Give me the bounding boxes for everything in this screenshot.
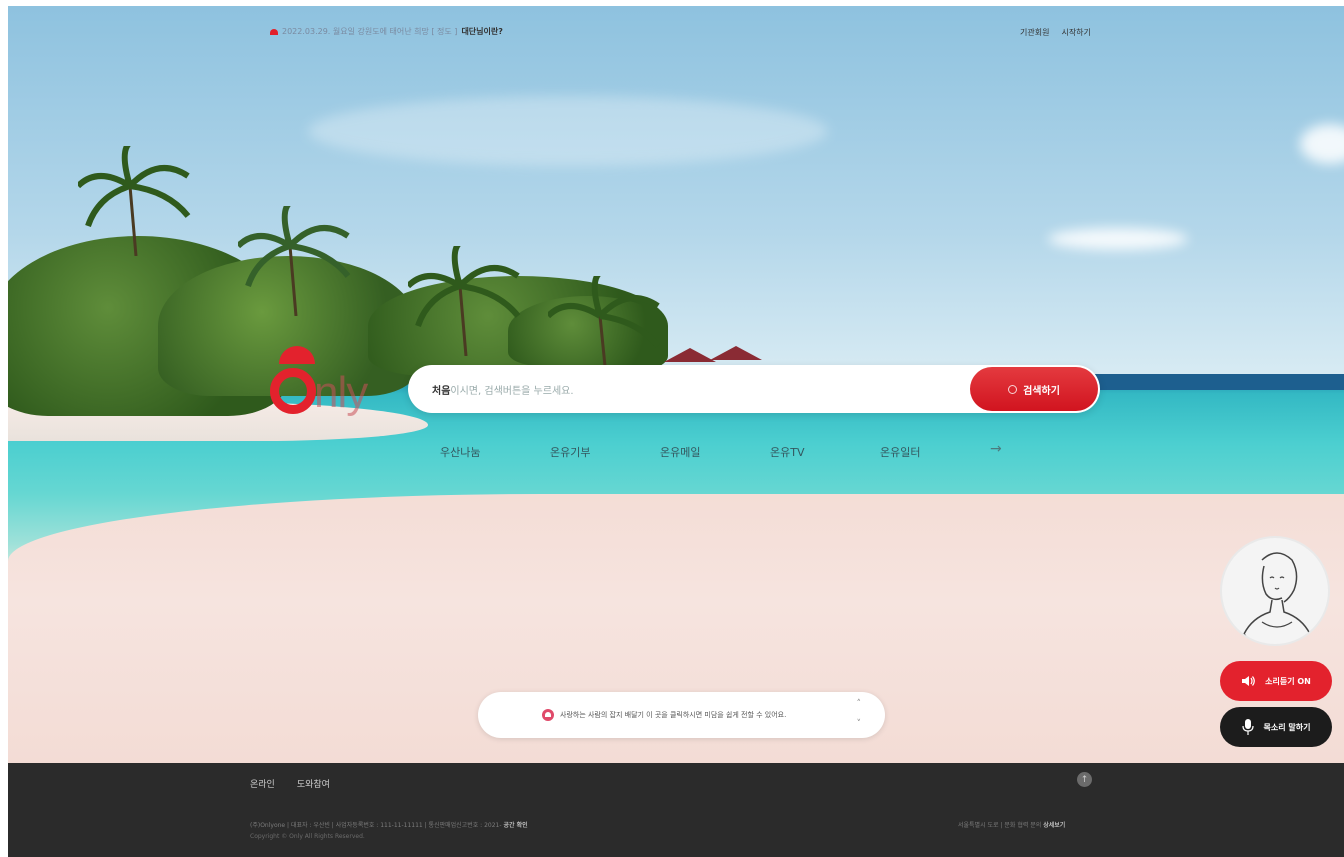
search-bar: 처음이시면, 검색버튼을 누르세요. 검색하기 [408, 365, 1100, 415]
footer-contact: 서울특별시 도로 | 문화 협력 문의 상세보기 [958, 822, 1066, 829]
top-links: 기관회원 시작하기 [1020, 27, 1091, 38]
sound-toggle-button[interactable]: 소리듣기 ON [1220, 661, 1332, 701]
voice-input-button[interactable]: 목소리 말하기 [1220, 707, 1332, 747]
search-button[interactable]: 검색하기 [970, 367, 1098, 411]
search-input[interactable] [430, 365, 954, 415]
chevron-down-icon[interactable]: ˅ [857, 719, 862, 729]
search-icon [1008, 384, 1018, 394]
message-icon [542, 709, 554, 721]
nav-item-mail[interactable]: 온유메일 [660, 444, 770, 460]
page-frame: 2022.03.29. 월요일 강원도에 태어난 희망 [ 정도 ] 대단님이란… [8, 6, 1344, 857]
footer-copyright: Copyright © Only All Rights Reserved. [250, 833, 365, 840]
footer-link-online[interactable]: 온라인 [250, 777, 275, 790]
main-nav: 우산나눔 온유기부 온유메일 온유TV 온유일터 → [440, 441, 1002, 460]
scroll-top-icon[interactable]: ↑ [1077, 772, 1092, 787]
footer-link-participate[interactable]: 도와참여 [297, 777, 330, 790]
chevron-up-icon[interactable]: ˄ [857, 699, 862, 709]
notice-bar[interactable]: 2022.03.29. 월요일 강원도에 태어난 희망 [ 정도 ] 대단님이란… [270, 26, 503, 37]
palm-tree-icon [78, 146, 191, 256]
message-bar[interactable]: 사랑하는 사람의 잡지 배달기 이 곳을 클릭하시면 미담을 쉽게 전할 수 있… [478, 692, 885, 738]
nav-item-jobs[interactable]: 온유일터 [880, 444, 990, 460]
nav-item-tv[interactable]: 온유TV [770, 444, 880, 460]
logo[interactable]: nly [270, 346, 390, 417]
notice-text: 2022.03.29. 월요일 강원도에 태어난 희망 [ 정도 ] [282, 27, 458, 36]
woman-illustration-icon [1243, 552, 1311, 644]
footer: 온라인 도와참여 ↑ (주)Onlyone | 대표자 : 우산빈 | 사업자등… [8, 763, 1344, 857]
speaker-icon [1242, 676, 1255, 686]
microphone-icon [1241, 719, 1254, 735]
message-pager: ˄ ˅ [857, 699, 862, 729]
assistant-avatar[interactable] [1220, 536, 1330, 646]
umbrella-logo-icon [279, 346, 315, 364]
footer-links: 온라인 도와참여 [250, 777, 330, 790]
top-link-start[interactable]: 시작하기 [1061, 27, 1090, 38]
nav-item-umbrella-share[interactable]: 우산나눔 [440, 444, 550, 460]
umbrella-icon [270, 28, 278, 35]
top-link-member[interactable]: 기관회원 [1020, 27, 1049, 38]
message-text: 사랑하는 사람의 잡지 배달기 이 곳을 클릭하시면 미담을 쉽게 전할 수 있… [560, 711, 787, 719]
footer-company-info: (주)Onlyone | 대표자 : 우산빈 | 사업자등록번호 : 111-1… [250, 822, 528, 829]
nav-more-arrow-icon[interactable]: → [990, 441, 1002, 460]
nav-item-donate[interactable]: 온유기부 [550, 444, 660, 460]
notice-link[interactable]: 대단님이란? [461, 26, 502, 37]
